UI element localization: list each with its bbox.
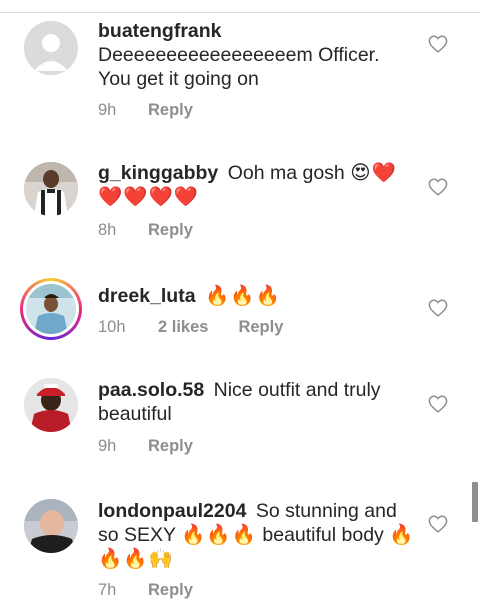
comment-time: 9h	[98, 101, 117, 119]
profile-photo	[24, 378, 78, 432]
top-divider	[0, 0, 480, 13]
comment-body: g_kinggabby Ooh ma gosh 😍❤️❤️❤️❤️❤️	[98, 161, 416, 209]
comment-emoji: 🔥🔥🔥	[204, 284, 281, 307]
comment-emoji: 🔥🔥🔥	[181, 523, 257, 546]
comment-time: 10h	[98, 318, 126, 336]
comment-body: dreek_luta 🔥🔥🔥	[98, 284, 416, 308]
like-heart-icon[interactable]	[428, 515, 448, 533]
comment-username[interactable]: londonpaul2204	[98, 500, 246, 522]
profile-photo	[24, 162, 78, 216]
scrollbar-thumb[interactable]	[472, 482, 478, 522]
comment-body: buatengfrank Deeeeeeeeeeeeeeeeem Officer…	[98, 19, 416, 91]
comment-text-continued: beautiful body	[262, 524, 384, 546]
comment-username[interactable]: dreek_luta	[98, 285, 196, 307]
profile-photo	[26, 284, 76, 334]
like-heart-icon[interactable]	[428, 178, 448, 196]
comment-body: londonpaul2204 So stunning and so SEXY 🔥…	[98, 499, 416, 571]
reply-button[interactable]: Reply	[148, 581, 193, 600]
reply-button[interactable]: Reply	[148, 221, 193, 240]
comment-text: Deeeeeeeeeeeeeeeeem Officer. You get it …	[98, 44, 380, 90]
comment-time: 9h	[98, 437, 117, 455]
comment-username[interactable]: g_kinggabby	[98, 162, 218, 184]
reply-button[interactable]: Reply	[148, 437, 193, 456]
comment-meta: 9h Reply	[98, 437, 193, 456]
avatar[interactable]	[24, 378, 78, 432]
comment-meta: 10h 2 likes Reply	[98, 318, 283, 337]
avatar[interactable]	[24, 162, 78, 216]
avatar-placeholder[interactable]	[24, 21, 78, 75]
comment-username[interactable]: buatengfrank	[98, 20, 222, 42]
like-heart-icon[interactable]	[428, 35, 448, 53]
comment-body: paa.solo.58 Nice outfit and truly beauti…	[98, 378, 416, 426]
avatar[interactable]	[24, 499, 78, 553]
likes-count-button[interactable]: 2 likes	[158, 318, 208, 337]
comment-time: 7h	[98, 581, 117, 599]
reply-button[interactable]: Reply	[148, 101, 193, 120]
avatar-ring-gap	[23, 281, 79, 337]
comment-meta: 7h Reply	[98, 581, 193, 600]
avatar-story-ring[interactable]	[20, 278, 82, 340]
like-heart-icon[interactable]	[428, 395, 448, 413]
reply-button[interactable]: Reply	[238, 318, 283, 337]
profile-photo	[24, 499, 78, 553]
comment-username[interactable]: paa.solo.58	[98, 379, 204, 401]
comment-time: 8h	[98, 221, 117, 239]
default-avatar-icon	[24, 21, 78, 75]
comment-meta: 8h Reply	[98, 221, 193, 240]
avatar	[26, 284, 76, 334]
comment-meta: 9h Reply	[98, 101, 193, 120]
like-heart-icon[interactable]	[428, 299, 448, 317]
comment-text: Ooh ma gosh	[227, 162, 345, 184]
